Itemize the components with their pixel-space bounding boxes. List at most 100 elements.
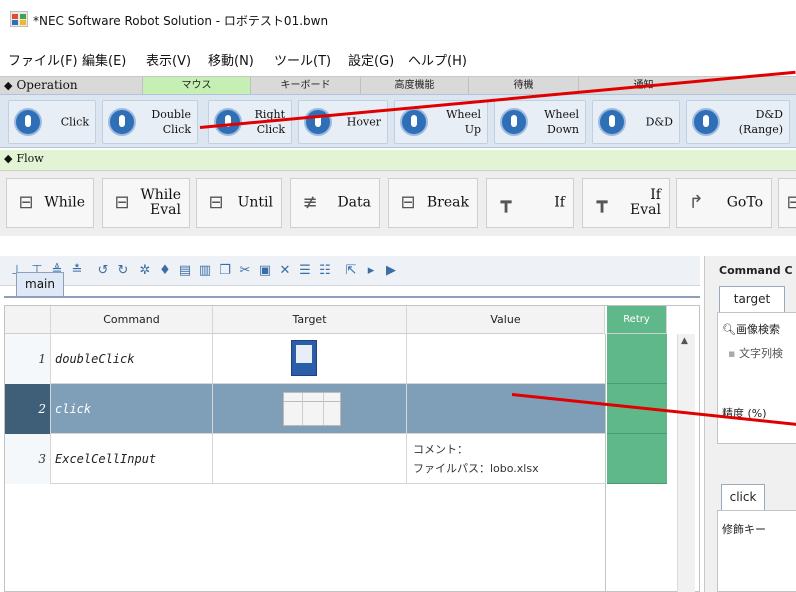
undo-icon[interactable]: ↺ — [96, 264, 110, 278]
menu-view[interactable]: 表示(V) — [146, 50, 191, 69]
loop-icon: ⊟ — [786, 192, 796, 213]
diamond-icon: ◆ — [4, 79, 13, 92]
value-cell[interactable] — [407, 384, 605, 434]
target-column-header[interactable]: Target — [213, 306, 407, 334]
tab-advanced[interactable]: 高度機能 — [360, 77, 468, 95]
menu-bar: ファイル(F) 編集(E) 表示(V) 移動(N) ツール(T) 設定(G) ヘ… — [0, 44, 796, 72]
move-down-icon[interactable]: ≛ — [70, 264, 84, 278]
tab-target[interactable]: target — [719, 286, 785, 312]
breakpoint-icon[interactable]: ✲ — [138, 264, 152, 278]
break-button[interactable]: ⊟ Break — [388, 178, 478, 228]
duplicate-icon[interactable]: ❐ — [218, 264, 232, 278]
if-eval-button[interactable]: ┳ If Eval — [582, 178, 670, 228]
command-grid: Command Target Value Retry 1 doubleClick… — [4, 305, 700, 592]
uncomment-icon[interactable]: ☷ — [318, 264, 332, 278]
table-row-selected[interactable]: 2 click — [5, 384, 605, 434]
loop-icon: ⊟ — [208, 192, 224, 213]
text-search-option[interactable]: ▪ 文字列検 — [728, 345, 783, 361]
mouse-icon — [108, 108, 136, 136]
app-icon — [10, 11, 28, 27]
hover-button[interactable]: Hover — [298, 100, 388, 144]
retry-column-header[interactable]: Retry — [607, 306, 667, 334]
tab-keyboard[interactable]: キーボード — [250, 77, 360, 95]
operation-section-label: ◆ Operation — [4, 78, 78, 92]
cut-icon[interactable]: ✂ — [238, 264, 252, 278]
loop-icon: ⊟ — [114, 192, 130, 213]
editor-toolbar: ⊥ ⊤ ≜ ≛ ↺ ↻ ✲ ♦ ▤ ▥ ❐ ✂ ▣ ✕ ☰ ☷ ⇱ ▸ ▶ — [0, 256, 700, 286]
row-number: 1 — [5, 334, 51, 384]
drag-icon — [598, 108, 626, 136]
command-cell[interactable]: click — [51, 384, 213, 434]
mouse-icon — [400, 108, 428, 136]
tab-underline — [4, 296, 700, 298]
loop-icon: ⊟ — [18, 192, 34, 213]
while-button[interactable]: ⊟ While — [6, 178, 94, 228]
menu-tools[interactable]: ツール(T) — [274, 50, 331, 69]
diamond-icon: ◆ — [4, 152, 13, 165]
if-button[interactable]: ┳ If — [486, 178, 574, 228]
target-cell[interactable] — [213, 334, 407, 384]
run-icon[interactable]: ▶ — [384, 264, 398, 278]
copy-row-icon[interactable]: ▤ — [178, 264, 192, 278]
paste-icon[interactable]: ▣ — [258, 264, 272, 278]
table-row[interactable]: 1 doubleClick — [5, 334, 605, 384]
tab-main[interactable]: main — [16, 272, 64, 296]
wheel-down-button[interactable]: Wheel Down — [494, 100, 586, 144]
title-bar: *NEC Software Robot Solution - ロボテスト01.b… — [0, 0, 796, 40]
paste-row-icon[interactable]: ▥ — [198, 264, 212, 278]
value-cell[interactable]: コメント： ファイルパス：lobo.xlsx — [407, 434, 605, 484]
command-cell[interactable]: ExcelCellInput — [51, 434, 213, 484]
menu-settings[interactable]: 設定(G) — [348, 50, 394, 69]
pin-icon[interactable]: ♦ — [158, 264, 172, 278]
menu-edit[interactable]: 編集(E) — [82, 50, 126, 69]
flow-command-ribbon: ⊟ While ⊟ While Eval ⊟ Until ≢ Data ⊟ Br… — [0, 170, 796, 236]
data-button[interactable]: ≢ Data — [290, 178, 380, 228]
row-number-header — [5, 306, 51, 334]
scroll-up-icon[interactable]: ▲ — [681, 336, 688, 346]
goto-icon: ↱ — [688, 192, 704, 213]
retry-cell[interactable] — [607, 334, 667, 384]
panel-title: Command C — [719, 264, 793, 277]
data-icon: ≢ — [302, 192, 318, 213]
redo-icon[interactable]: ↻ — [116, 264, 130, 278]
table-row[interactable]: 3 ExcelCellInput コメント： ファイルパス：lobo.xlsx — [5, 434, 605, 484]
double-click-button[interactable]: Double Click — [102, 100, 198, 144]
drag-drop-range-button[interactable]: D&D (Range) — [686, 100, 790, 144]
menu-navigate[interactable]: 移動(N) — [208, 50, 254, 69]
modifier-key-label: 修飾キー — [722, 523, 766, 536]
target-cell[interactable] — [213, 434, 407, 484]
tab-click[interactable]: click — [721, 484, 765, 510]
command-cell[interactable]: doubleClick — [51, 334, 213, 384]
target-cell[interactable] — [213, 384, 407, 434]
while-eval-button[interactable]: ⊟ While Eval — [102, 178, 190, 228]
mouse-command-ribbon: Click Double Click Right Click Hover Whe… — [0, 94, 796, 148]
comment-icon[interactable]: ☰ — [298, 264, 312, 278]
ribbon-tab-strip: ◆Operation マウス キーボード 高度機能 待機 通知 — [0, 76, 796, 95]
image-search-option[interactable]: 🔍︎画像検索 — [722, 321, 780, 337]
tab-mouse[interactable]: マウス — [142, 77, 250, 95]
run-step-icon[interactable]: ▸ — [364, 264, 378, 278]
click-button[interactable]: Click — [8, 100, 96, 144]
branch-icon: ┳ — [500, 192, 512, 213]
mouse-icon — [304, 108, 332, 136]
value-column-header[interactable]: Value — [407, 306, 605, 334]
break-icon: ⊟ — [400, 192, 416, 213]
command-column-header[interactable]: Command — [51, 306, 213, 334]
drag-drop-button[interactable]: D&D — [592, 100, 680, 144]
delete-icon[interactable]: ✕ — [278, 264, 292, 278]
until-button[interactable]: ⊟ Until — [196, 178, 282, 228]
search-icon: 🔍︎ — [722, 323, 736, 336]
value-cell[interactable] — [407, 334, 605, 384]
retry-cell[interactable] — [607, 434, 667, 484]
goto-button[interactable]: ↱ GoTo — [676, 178, 772, 228]
pick-target-icon[interactable]: ⇱ — [344, 264, 358, 278]
mouse-icon — [500, 108, 528, 136]
row-number: 2 — [5, 384, 51, 434]
click-settings-box: 修飾キー — [717, 510, 796, 592]
menu-file[interactable]: ファイル(F) — [8, 50, 78, 69]
menu-help[interactable]: ヘルプ(H) — [408, 50, 467, 69]
vertical-scrollbar[interactable]: ▲ — [677, 334, 695, 592]
drag-icon — [692, 108, 720, 136]
row-number: 3 — [5, 434, 51, 484]
next-flow-button-partial[interactable]: ⊟ — [778, 178, 796, 228]
